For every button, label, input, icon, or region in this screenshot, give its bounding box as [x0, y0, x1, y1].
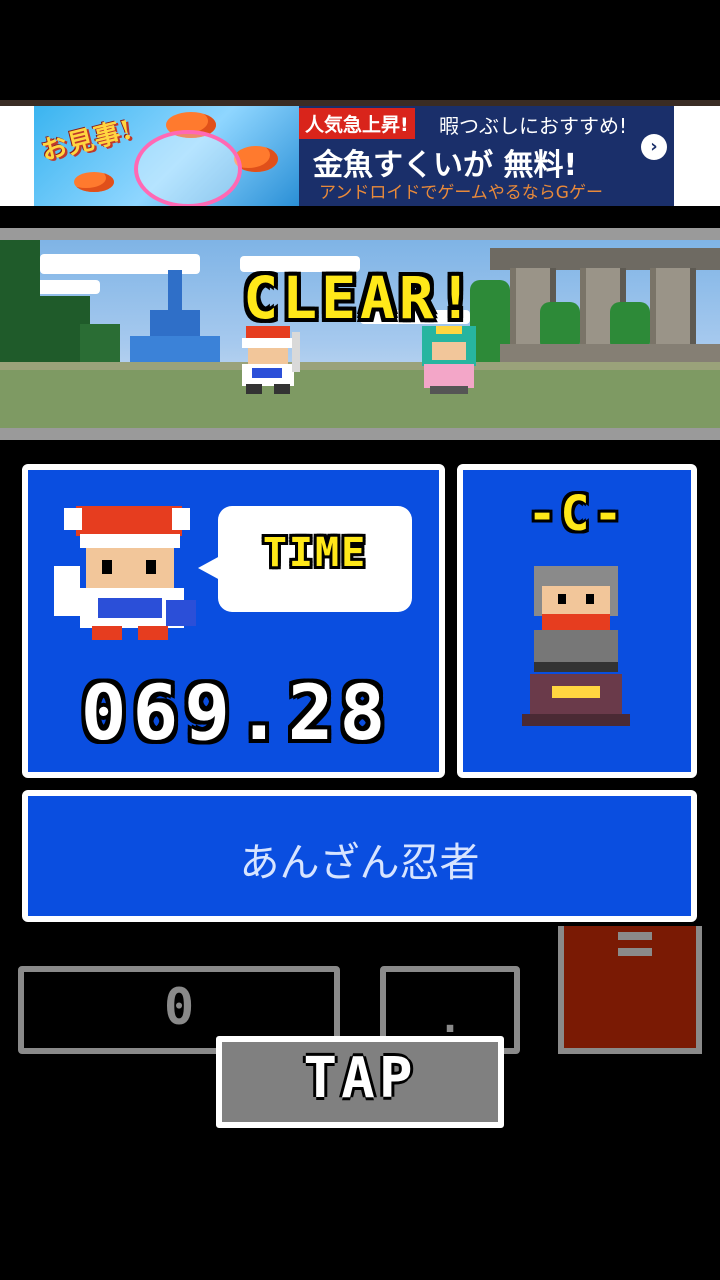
ad-recommend-text: 暇つぶしにおすすめ!	[439, 114, 628, 138]
rank-statue-icon	[522, 566, 630, 730]
time-label: TIME	[262, 530, 368, 576]
rank-grade: -C-	[527, 486, 627, 542]
ad-hot-badge: 人気急上昇!	[299, 108, 415, 139]
ninja-portrait-icon	[54, 506, 198, 646]
scoop-icon	[134, 130, 242, 206]
menu-button[interactable]	[558, 926, 702, 1054]
temple-column	[650, 268, 696, 348]
speech-bubble-tail	[198, 556, 220, 580]
ad-praise-text: お見事!	[38, 115, 137, 167]
ninja-hero-icon	[232, 326, 304, 394]
princess-icon	[416, 326, 482, 394]
rank-title: あんざん忍者	[239, 840, 480, 886]
menu-icon	[618, 932, 652, 940]
temple-roof	[490, 248, 720, 270]
ground	[0, 370, 720, 428]
counter-value: 0	[163, 978, 195, 1036]
ad-subtitle: アンドロイドでゲームやるならGゲー	[319, 183, 603, 203]
menu-icon	[618, 948, 652, 956]
ad-top-border	[0, 100, 720, 106]
time-value: 069.28	[80, 668, 392, 757]
ad-banner[interactable]: お見事! 人気急上昇! 暇つぶしにおすすめ! 金魚すくいが 無料! アンドロイド…	[34, 106, 674, 206]
clear-banner: CLEAR!	[243, 264, 477, 332]
tap-button-label[interactable]: TAP	[216, 1046, 504, 1111]
chevron-right-icon[interactable]: ›	[641, 134, 667, 160]
ad-goldfish-image: お見事!	[34, 106, 299, 206]
ad-text-area: 人気急上昇! 暇つぶしにおすすめ! 金魚すくいが 無料! アンドロイドでゲームや…	[299, 106, 674, 206]
goldfish-icon	[74, 172, 114, 192]
